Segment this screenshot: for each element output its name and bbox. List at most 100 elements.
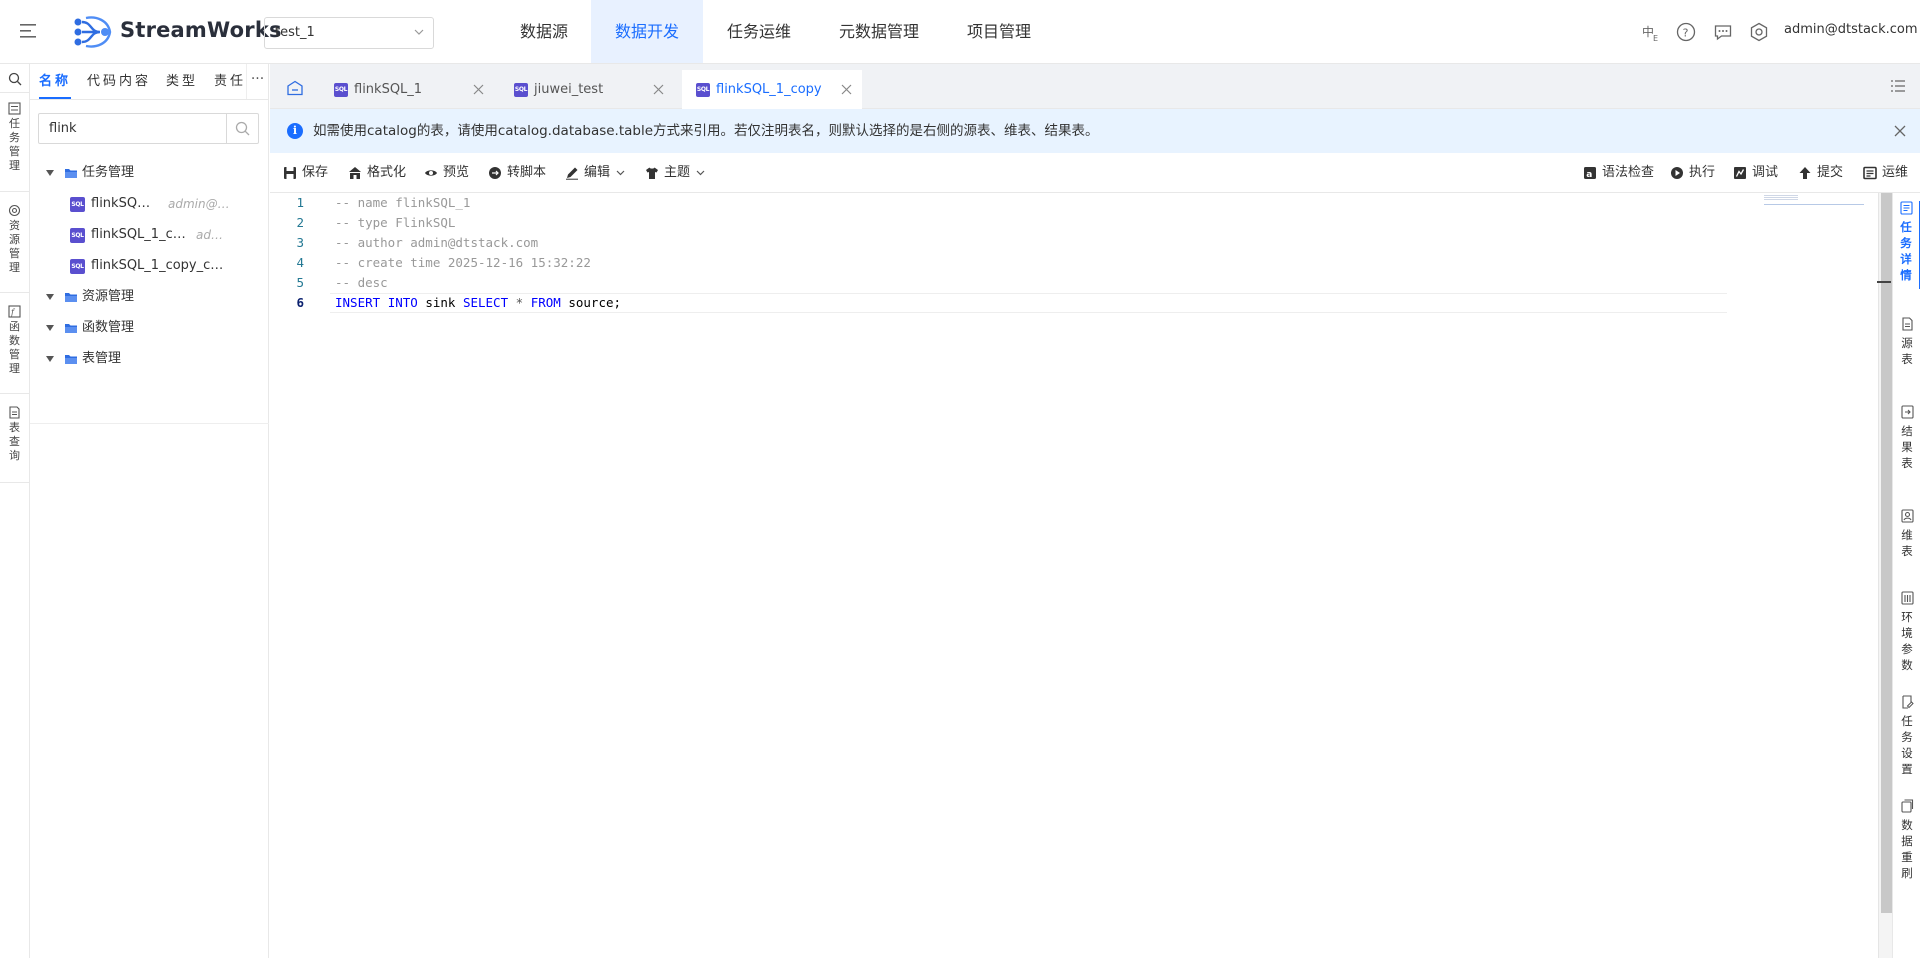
help-icon[interactable]: ?	[1676, 22, 1696, 42]
submit-button[interactable]: 提交	[1798, 153, 1844, 193]
button-label: 调试	[1752, 165, 1779, 180]
close-icon[interactable]	[1894, 125, 1906, 137]
code-line[interactable]: -- create time 2025-12-16 15:32:22	[335, 253, 591, 273]
button-label: 执行	[1689, 165, 1716, 180]
activity-function-management[interactable]: f 函数管理	[0, 305, 29, 376]
right-tab-data-refresh[interactable]: 数据重刷	[1893, 799, 1920, 881]
code-line[interactable]: -- name flinkSQL_1	[335, 193, 470, 213]
button-label: 运维	[1882, 165, 1909, 180]
activity-table-query[interactable]: 表查询	[0, 406, 29, 463]
nav-label: 任务运维	[726, 22, 791, 41]
explorer-tabs: 名称 代码内容 类型 责任 ···	[30, 64, 269, 100]
line-number: 2	[296, 215, 304, 230]
tab-label: flinkSQL_1_copy	[716, 82, 822, 97]
explorer-tab-type[interactable]: 类型	[166, 64, 198, 99]
right-tab-task-settings[interactable]: 任务设置	[1893, 695, 1920, 777]
folder-open-icon	[65, 293, 77, 302]
activity-bar: 任务管理 资源管理 f 函数管理 表查询	[0, 64, 30, 958]
preview-button[interactable]: 预览	[424, 153, 469, 193]
right-tab-dimension-table[interactable]: 维表	[1893, 509, 1920, 559]
menu-toggle-icon[interactable]	[18, 22, 38, 40]
activity-label: 资源管理	[9, 219, 20, 274]
explorer-tab-name[interactable]: 名称	[39, 64, 72, 99]
tab-flinksql-1[interactable]: SQL flinkSQL_1	[320, 70, 494, 109]
user-email[interactable]: admin@dtstack.com	[1784, 22, 1918, 37]
nav-data-source[interactable]: 数据源	[504, 0, 584, 63]
code-line[interactable]: INSERT INTO sink SELECT * FROM source;	[335, 293, 621, 313]
nav-task-ops[interactable]: 任务运维	[712, 0, 806, 63]
right-tab-label: 任务详情	[1900, 220, 1912, 282]
save-button[interactable]: 保存	[283, 153, 329, 193]
code-line[interactable]: -- author admin@dtstack.com	[335, 233, 538, 253]
format-button[interactable]: 格式化	[348, 153, 406, 193]
theme-dropdown[interactable]: 主题	[645, 153, 707, 193]
explorer-tab-owner[interactable]: 责任	[214, 64, 246, 99]
right-tab-source-table[interactable]: 源表	[1893, 317, 1920, 367]
right-tab-label: 维表	[1901, 528, 1913, 558]
close-icon[interactable]	[653, 84, 664, 95]
explorer-tab-code[interactable]: 代码内容	[87, 64, 151, 99]
code-token: source;	[560, 295, 622, 310]
search-toggle-icon[interactable]	[0, 72, 29, 86]
code-line[interactable]: -- desc	[335, 273, 388, 293]
activity-resource-management[interactable]: 资源管理	[0, 204, 29, 275]
caret-down-icon[interactable]	[46, 356, 54, 362]
scrollbar-thumb[interactable]	[1881, 193, 1892, 913]
search-button[interactable]	[226, 114, 258, 143]
svg-text:E: E	[1653, 34, 1658, 42]
nav-project-management[interactable]: 项目管理	[953, 0, 1045, 63]
minimap[interactable]	[1764, 193, 1864, 205]
language-icon[interactable]: 中E	[1641, 22, 1661, 42]
line-number: 1	[296, 195, 304, 210]
code-line[interactable]: -- type FlinkSQL	[335, 213, 455, 233]
edit-icon	[566, 167, 578, 180]
tab-flinksql-1-copy[interactable]: SQL flinkSQL_1_copy	[682, 70, 862, 109]
source-table-icon	[1901, 317, 1913, 331]
right-tab-task-detail[interactable]: 任务详情	[1893, 201, 1920, 289]
sql-keyword: INTO	[387, 295, 418, 310]
info-alert: i 如需使用catalog的表，请使用catalog.database.tabl…	[270, 109, 1920, 153]
editor-toolbar: 保存 格式化 预览 转脚本 编辑 主题 a 语法检查 执行 调试 提交 运维	[270, 153, 1920, 193]
activity-task-management[interactable]: 任务管理	[0, 102, 29, 173]
sql-file-icon: SQL	[70, 228, 85, 243]
debug-button[interactable]: 调试	[1733, 153, 1779, 193]
caret-down-icon[interactable]	[46, 294, 54, 300]
cursor-position-marker	[1877, 281, 1891, 283]
message-icon[interactable]	[1713, 22, 1733, 42]
search-box	[38, 113, 259, 144]
nav-data-development[interactable]: 数据开发	[591, 0, 703, 63]
syntax-check-button[interactable]: a 语法检查	[1583, 153, 1654, 193]
home-tab[interactable]	[270, 70, 320, 109]
tabs-menu-icon[interactable]	[1890, 78, 1906, 94]
ops-icon	[1863, 166, 1877, 180]
caret-down-icon[interactable]	[46, 325, 54, 331]
sql-file-icon: SQL	[70, 197, 85, 212]
line-number: 5	[296, 275, 304, 290]
close-icon[interactable]	[473, 84, 484, 95]
right-tab-env-params[interactable]: 环境参数	[1893, 591, 1920, 673]
run-button[interactable]: 执行	[1670, 153, 1716, 193]
right-tab-result-table[interactable]: 结果表	[1893, 405, 1920, 471]
folder-table-management[interactable]: 表管理	[30, 340, 269, 378]
close-icon[interactable]	[841, 84, 852, 95]
folder-open-icon	[65, 355, 77, 364]
logo-icon	[72, 14, 116, 50]
code-editor[interactable]: 1 2 3 4 5 6 -- name flinkSQL_1 -- type F…	[270, 193, 1892, 958]
settings-icon[interactable]	[1749, 22, 1769, 42]
convert-script-button[interactable]: 转脚本	[488, 153, 546, 193]
ops-button[interactable]: 运维	[1863, 153, 1909, 193]
caret-down-icon[interactable]	[46, 170, 54, 176]
more-tabs-button[interactable]: ···	[246, 64, 268, 99]
tab-jiuwei-test[interactable]: SQL jiuwei_test	[500, 70, 674, 109]
explorer-panel: 名称 代码内容 类型 责任 ··· 任务管理 SQL flinkSQL_1 ad…	[30, 64, 269, 958]
project-select[interactable]: test_1	[264, 17, 434, 49]
search-input[interactable]	[39, 114, 227, 143]
code-token: sink	[417, 295, 463, 310]
edit-dropdown[interactable]: 编辑	[565, 153, 627, 193]
nav-metadata-management[interactable]: 元数据管理	[827, 0, 931, 63]
resource-icon	[8, 204, 21, 217]
task-detail-icon	[1899, 201, 1913, 215]
info-icon: i	[287, 123, 303, 139]
vertical-scrollbar[interactable]	[1878, 193, 1892, 958]
